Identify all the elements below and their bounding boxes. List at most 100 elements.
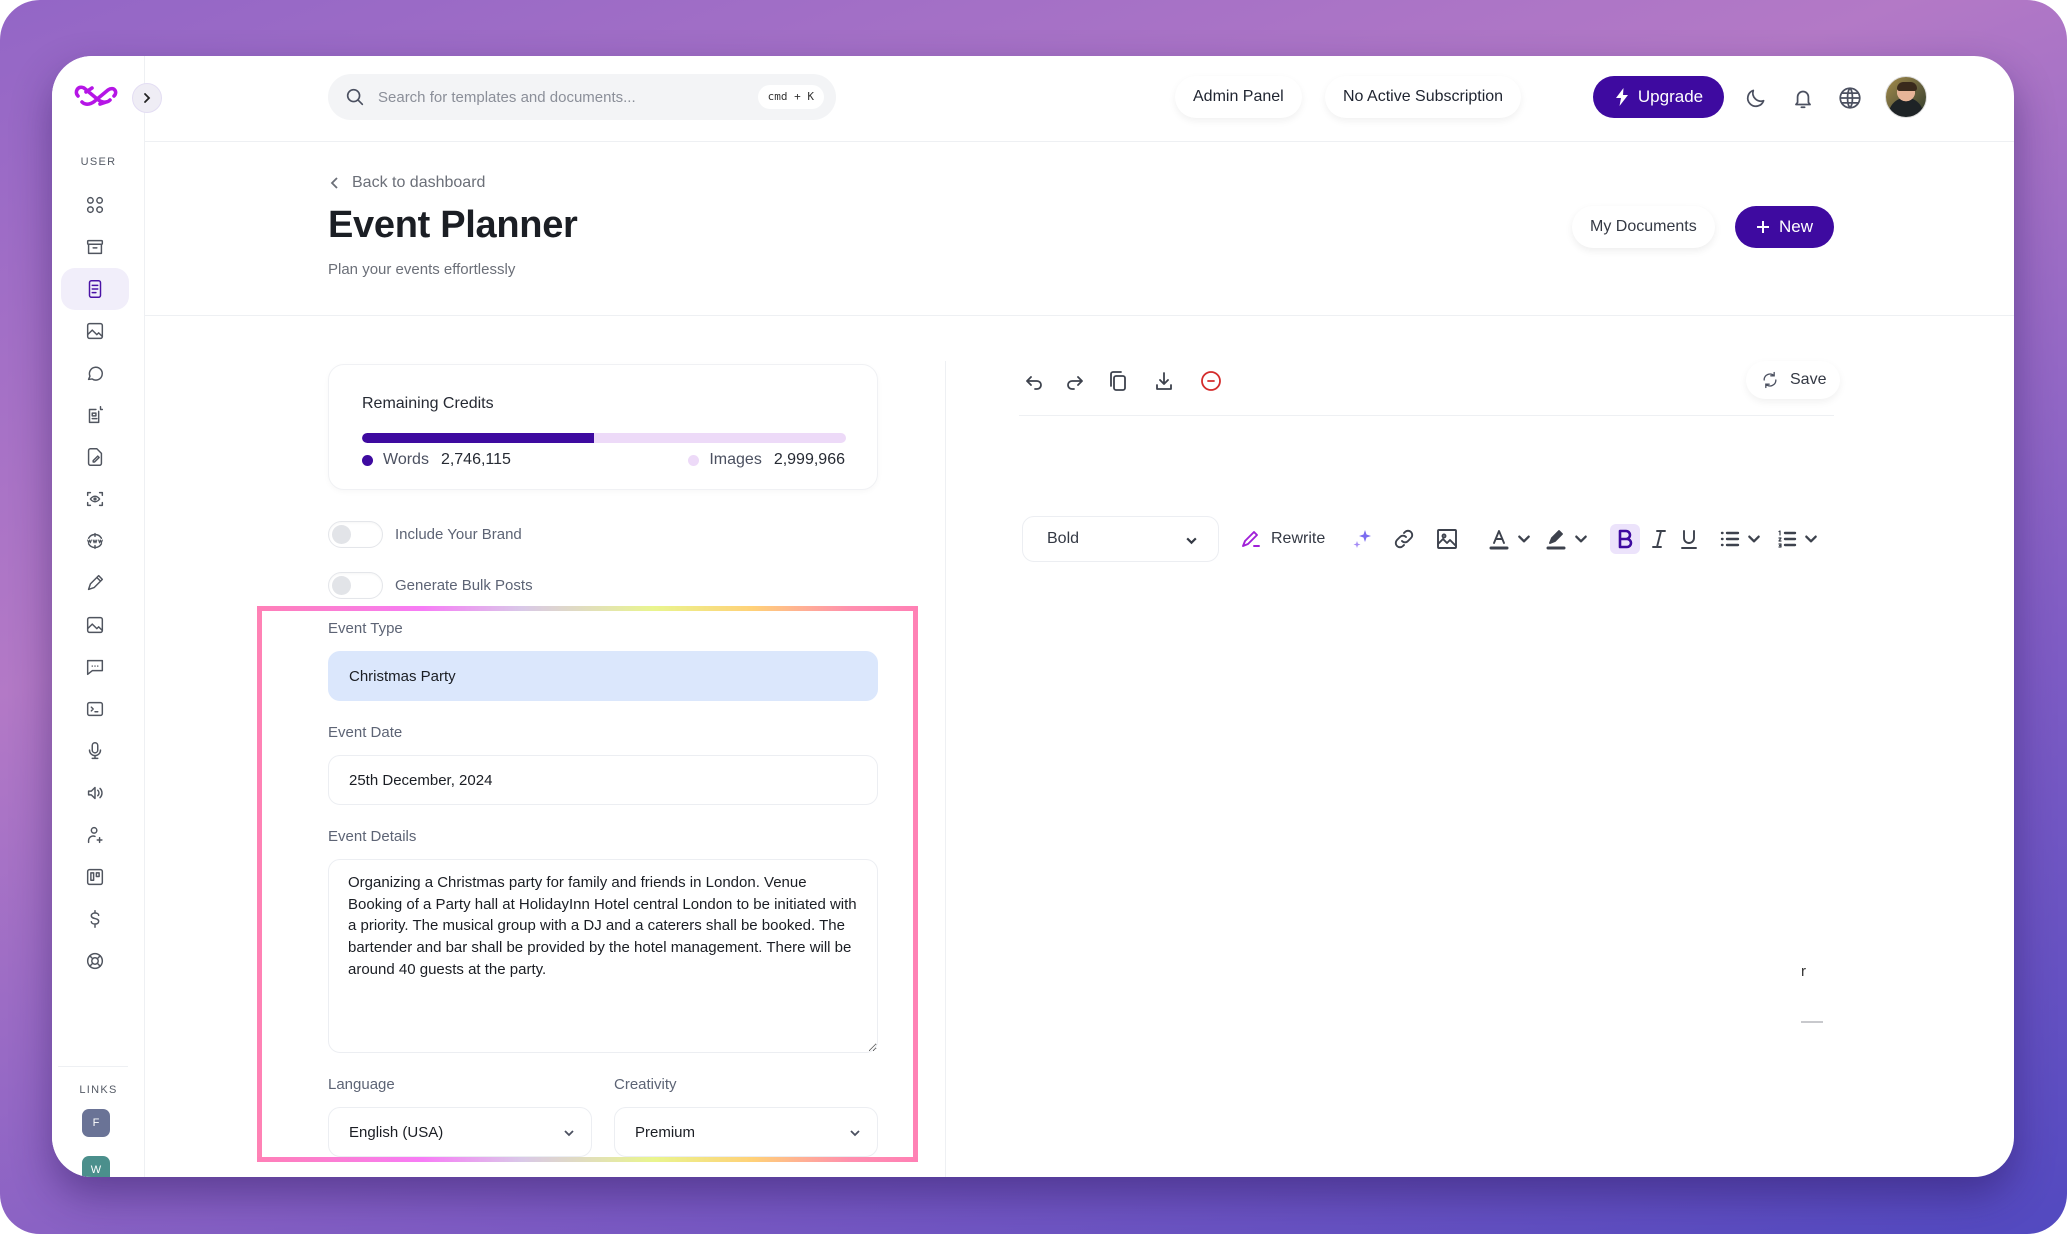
sidebar-item-speech-to-text[interactable] bbox=[61, 730, 129, 772]
upgrade-button[interactable]: Upgrade bbox=[1593, 76, 1724, 118]
speaker-icon bbox=[87, 786, 103, 800]
subscription-status-button[interactable]: No Active Subscription bbox=[1325, 76, 1522, 118]
link-icon bbox=[1394, 529, 1414, 549]
include-brand-toggle-row[interactable]: Include Your Brand bbox=[328, 521, 522, 548]
scan-eye-icon bbox=[86, 491, 104, 507]
highlighter-icon bbox=[1546, 530, 1566, 550]
link-badge-w[interactable]: W bbox=[82, 1156, 110, 1177]
admin-panel-button[interactable]: Admin Panel bbox=[1175, 76, 1302, 118]
sidebar-item-chat[interactable] bbox=[61, 352, 129, 394]
sidebar-item-ai-image[interactable] bbox=[61, 310, 129, 352]
highlight-color-dropdown[interactable] bbox=[1573, 524, 1589, 554]
search-input[interactable] bbox=[378, 88, 738, 106]
dark-mode-toggle[interactable] bbox=[1743, 85, 1769, 111]
bulk-posts-toggle[interactable] bbox=[328, 572, 383, 599]
text-style-select[interactable]: Bold bbox=[1022, 516, 1219, 562]
chevron-down-icon bbox=[1518, 535, 1530, 543]
new-document-button[interactable]: New bbox=[1735, 206, 1834, 248]
chevron-down-icon bbox=[1186, 537, 1197, 545]
event-details-textarea[interactable]: Organizing a Christmas party for family … bbox=[328, 859, 878, 1053]
sidebar-item-support[interactable] bbox=[61, 940, 129, 982]
save-button[interactable]: Save bbox=[1746, 361, 1841, 399]
link-badge-f[interactable]: F bbox=[82, 1109, 110, 1137]
language-label: Language bbox=[328, 1076, 395, 1093]
save-label: Save bbox=[1790, 371, 1827, 388]
sidebar-item-file-edit[interactable] bbox=[61, 436, 129, 478]
credits-title: Remaining Credits bbox=[362, 395, 494, 412]
ai-sparkle-button[interactable] bbox=[1350, 524, 1374, 554]
editor-content-fragment: r bbox=[1801, 963, 1806, 980]
creativity-select[interactable]: Premium bbox=[614, 1107, 878, 1157]
words-value: 2,746,115 bbox=[440, 451, 511, 468]
archive-icon bbox=[86, 239, 104, 255]
italic-button[interactable] bbox=[1647, 524, 1671, 554]
sidebar-item-vision[interactable] bbox=[61, 478, 129, 520]
bullet-list-button[interactable] bbox=[1718, 524, 1742, 554]
numbered-list-button[interactable] bbox=[1775, 524, 1799, 554]
notifications-button[interactable] bbox=[1790, 85, 1816, 111]
event-details-label: Event Details bbox=[328, 828, 417, 845]
sidebar-item-image-gallery[interactable] bbox=[61, 604, 129, 646]
bold-button[interactable] bbox=[1610, 524, 1640, 554]
sidebar-item-pricing[interactable] bbox=[61, 898, 129, 940]
include-brand-toggle[interactable] bbox=[328, 521, 383, 548]
bullet-list-dropdown[interactable] bbox=[1746, 524, 1762, 554]
chevron-left-icon bbox=[330, 177, 338, 189]
insert-image-button[interactable] bbox=[1435, 524, 1459, 554]
language-button[interactable] bbox=[1837, 85, 1863, 111]
text-color-dropdown[interactable] bbox=[1516, 524, 1532, 554]
search-bar[interactable]: cmd + K bbox=[328, 74, 836, 120]
redo-button[interactable] bbox=[1063, 369, 1087, 393]
new-button-label: New bbox=[1778, 217, 1813, 236]
words-label: Words bbox=[383, 451, 429, 468]
link-button[interactable] bbox=[1392, 524, 1416, 554]
globe-icon bbox=[1839, 87, 1861, 109]
sidebar-item-affiliate[interactable] bbox=[61, 814, 129, 856]
sidebar-item-voiceover[interactable] bbox=[61, 772, 129, 814]
chevron-down-icon bbox=[1748, 535, 1760, 543]
sidebar-links-heading: LINKS bbox=[79, 1084, 118, 1096]
pencil-icon bbox=[1242, 531, 1260, 547]
editor-divider bbox=[1019, 415, 1834, 416]
sidebar-item-code[interactable] bbox=[61, 688, 129, 730]
microphone-icon bbox=[88, 742, 102, 760]
sidebar-toggle-button[interactable] bbox=[132, 83, 162, 113]
logo-icon[interactable] bbox=[72, 82, 120, 110]
lightning-icon bbox=[1615, 88, 1628, 106]
event-type-label: Event Type bbox=[328, 620, 403, 637]
event-type-input[interactable] bbox=[328, 651, 878, 701]
sidebar-item-archive[interactable] bbox=[61, 226, 129, 268]
sidebar-item-article[interactable] bbox=[61, 394, 129, 436]
undo-button[interactable] bbox=[1022, 369, 1046, 393]
event-date-input[interactable] bbox=[328, 755, 878, 805]
terminal-icon bbox=[86, 701, 104, 717]
sidebar-item-documents[interactable] bbox=[61, 268, 129, 310]
user-avatar[interactable] bbox=[1885, 76, 1927, 118]
bulk-posts-toggle-row[interactable]: Generate Bulk Posts bbox=[328, 572, 533, 599]
highlight-color-button[interactable] bbox=[1544, 524, 1568, 554]
back-to-dashboard-link[interactable]: Back to dashboard bbox=[328, 174, 485, 192]
rewrite-label: Rewrite bbox=[1271, 530, 1326, 547]
sidebar-item-rewriter[interactable] bbox=[61, 562, 129, 604]
language-select[interactable]: English (USA) bbox=[328, 1107, 592, 1157]
chat-bubble-icon bbox=[87, 366, 103, 381]
copy-button[interactable] bbox=[1106, 369, 1130, 393]
page-title: Event Planner bbox=[328, 204, 578, 246]
delete-button[interactable] bbox=[1199, 369, 1223, 393]
my-documents-button[interactable]: My Documents bbox=[1572, 206, 1715, 248]
sidebar-item-chat-templates[interactable] bbox=[61, 646, 129, 688]
images-dot-icon bbox=[688, 454, 700, 466]
sidebar-item-web[interactable] bbox=[61, 520, 129, 562]
text-color-button[interactable] bbox=[1487, 524, 1511, 554]
underline-button[interactable] bbox=[1677, 524, 1701, 554]
grid-icon bbox=[86, 196, 104, 214]
download-button[interactable] bbox=[1152, 369, 1176, 393]
sidebar-item-kanban[interactable] bbox=[61, 856, 129, 898]
sidebar-nav bbox=[61, 184, 129, 982]
rewrite-button[interactable]: Rewrite bbox=[1239, 524, 1325, 554]
bold-icon bbox=[1618, 529, 1633, 549]
sidebar-item-dashboard[interactable] bbox=[61, 184, 129, 226]
words-dot-icon bbox=[362, 454, 373, 466]
numbered-list-dropdown[interactable] bbox=[1803, 524, 1819, 554]
credits-words-fill bbox=[362, 433, 595, 443]
